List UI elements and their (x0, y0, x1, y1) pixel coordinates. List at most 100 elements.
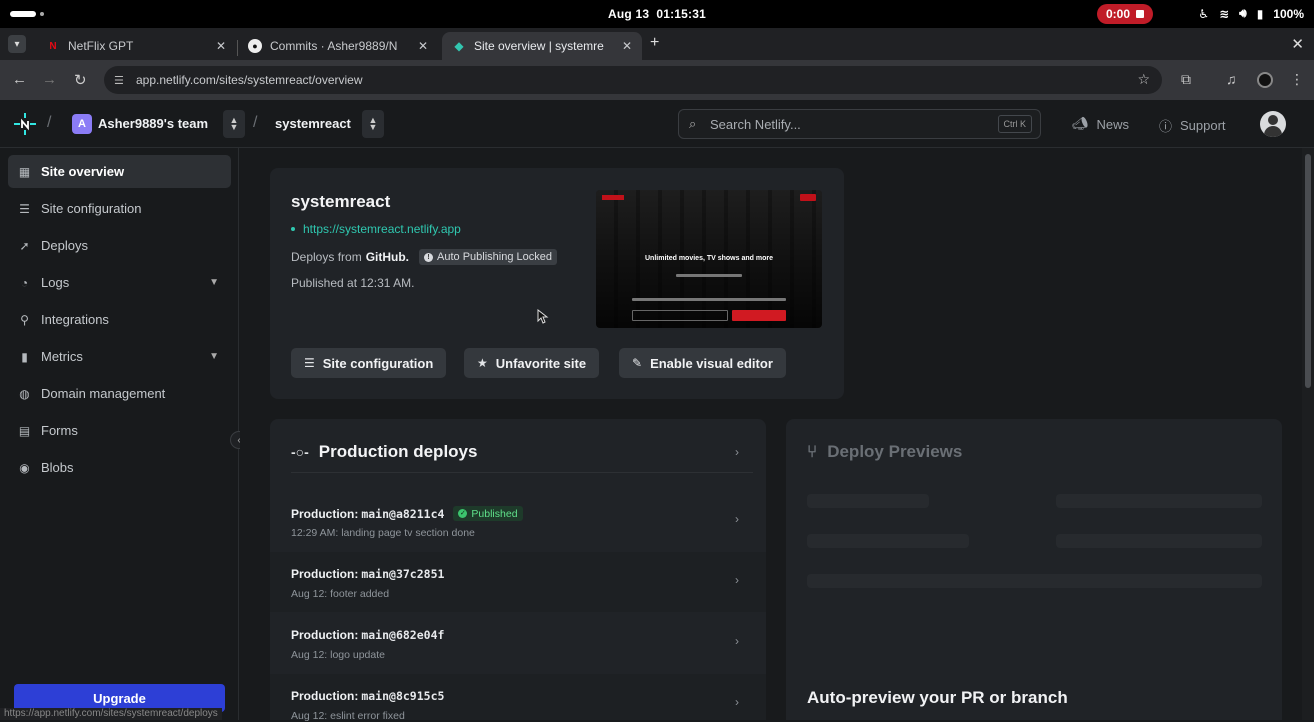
close-tab-icon[interactable]: ✕ (216, 39, 226, 53)
sidebar-item-blobs[interactable]: ◉ Blobs (8, 451, 231, 484)
logs-icon: ◔ (20, 275, 29, 290)
support-link[interactable]: ⓘ Support (1159, 116, 1226, 135)
loading-skeleton (1056, 534, 1262, 548)
browser-toolbar: ← → ↻ ☰ app.netlify.com/sites/systemreac… (0, 60, 1314, 100)
tab-search-button[interactable]: ▾ (8, 35, 26, 53)
stop-icon (1136, 10, 1145, 18)
sidebar-item-forms[interactable]: ▤ Forms (8, 414, 231, 447)
loading-skeleton (1056, 494, 1262, 508)
screen-recording-indicator[interactable]: 0:00 (1097, 4, 1153, 24)
thumbnail-headline: Unlimited movies, TV shows and more (645, 255, 773, 262)
sidebar-item-integrations[interactable]: ⚲ Integrations (8, 303, 231, 336)
deploy-row[interactable]: Production: main@37c2851 Aug 12: footer … (270, 552, 766, 612)
divider (291, 472, 753, 473)
user-avatar[interactable] (1260, 111, 1286, 137)
media-controls-icon[interactable]: ♫ (1226, 71, 1237, 87)
check-circle-icon: ✓ (458, 509, 468, 518)
search-icon: ⌕ (689, 116, 697, 131)
search-input[interactable]: ⌕ Search Netlify... Ctrl K (678, 109, 1041, 139)
site-name-breadcrumb[interactable]: systemreact (275, 116, 351, 131)
settings-icon: ☰ (304, 356, 315, 370)
close-tab-icon[interactable]: ✕ (418, 39, 428, 53)
netlify-logo-icon[interactable] (12, 112, 38, 136)
close-tab-icon[interactable]: ✕ (622, 39, 632, 53)
link-status-bar: https://app.netlify.com/sites/systemreac… (0, 708, 222, 720)
deploy-row[interactable]: Production: main@a8211c4 ✓ Published 12:… (270, 491, 766, 551)
loading-skeleton (807, 574, 1262, 588)
deploy-row[interactable]: Production: main@682e04f Aug 12: logo up… (270, 613, 766, 673)
new-tab-button[interactable]: + (650, 34, 659, 52)
profile-avatar[interactable] (1257, 72, 1273, 88)
battery-icon: ▮ (1256, 6, 1264, 21)
breadcrumb-separator: / (47, 114, 52, 131)
loading-skeleton (807, 534, 969, 548)
more-menu-icon[interactable]: ⋮ (1290, 71, 1304, 88)
deploy-row[interactable]: Production: main@8c915c5 Aug 12: eslint … (270, 674, 766, 722)
sidebar-item-deploys[interactable]: ➚ Deploys (8, 229, 231, 262)
site-title: systemreact (291, 192, 391, 211)
team-avatar[interactable]: A (72, 114, 92, 134)
chevron-right-icon[interactable]: › (735, 445, 739, 459)
site-switcher-button[interactable]: ▲ ▼ (362, 110, 384, 138)
enable-visual-editor-button[interactable]: ✎ Enable visual editor (619, 348, 786, 378)
volume-icon: 🔊︎ (1239, 6, 1247, 20)
wifi-icon: ≋ (1219, 6, 1230, 21)
production-deploys-title[interactable]: -○- Production deploys (291, 442, 477, 462)
search-placeholder: Search Netlify... (710, 117, 801, 132)
chevron-down-icon: ▼ (229, 122, 239, 132)
github-icon: ● (248, 39, 262, 53)
system-tray[interactable]: ♿ ≋ 🔊︎ ▮ 100% (1198, 6, 1304, 21)
sidebar-item-domain-management[interactable]: ◍ Domain management (8, 377, 231, 410)
tab-netflix-gpt[interactable]: N NetFlix GPT ✕ (36, 32, 236, 60)
settings-icon: ☰ (19, 201, 30, 216)
chart-icon: ▮ (21, 349, 28, 364)
breadcrumb-separator: / (253, 114, 258, 131)
chevron-down-icon: ▼ (209, 277, 219, 288)
address-bar[interactable]: ☰ app.netlify.com/sites/systemreact/over… (104, 66, 1162, 94)
accessibility-icon: ♿ (1198, 6, 1210, 21)
auto-publishing-locked-badge[interactable]: ! Auto Publishing Locked (419, 249, 557, 265)
chevron-right-icon: › (735, 695, 739, 709)
auto-preview-heading: Auto-preview your PR or branch (807, 688, 1068, 707)
url-text[interactable]: app.netlify.com/sites/systemreact/overvi… (136, 73, 363, 87)
site-url-link[interactable]: https://systemreact.netlify.app (291, 222, 461, 236)
sidebar-item-site-configuration[interactable]: ☰ Site configuration (8, 192, 231, 225)
tab-title: NetFlix GPT (68, 39, 134, 53)
arrow-right-icon: → (42, 71, 57, 88)
page-scrollbar[interactable] (1302, 148, 1314, 720)
back-button[interactable]: ← (12, 71, 27, 88)
reload-button[interactable]: ↻ (74, 71, 87, 89)
help-icon: ⓘ (1159, 119, 1173, 134)
tab-site-overview[interactable]: ◆ Site overview | systemre ✕ (442, 32, 642, 60)
team-switcher-button[interactable]: ▲ ▼ (223, 110, 245, 138)
sidebar-item-metrics[interactable]: ▮ Metrics ▼ (8, 340, 231, 373)
tab-github-commits[interactable]: ● Commits · Asher9889/N ✕ (238, 32, 438, 60)
tab-title: Commits · Asher9889/N (270, 39, 398, 53)
extensions-icon[interactable]: ⧉ (1181, 71, 1191, 88)
arrow-left-icon: ← (12, 71, 27, 88)
pencil-icon: ✎ (632, 356, 643, 370)
plug-icon: ⚲ (20, 312, 29, 327)
sidebar-item-site-overview[interactable]: ▦ Site overview (8, 155, 231, 188)
deploy-subtitle: Aug 12: logo update (291, 649, 385, 661)
published-at-text: Published at 12:31 AM. (291, 276, 415, 290)
window-close-button[interactable]: ✕ (1291, 35, 1304, 53)
status-dot (291, 227, 295, 231)
unfavorite-site-button[interactable]: ★ Unfavorite site (464, 348, 600, 378)
chevron-right-icon: › (735, 634, 739, 648)
site-info-icon[interactable]: ☰ (114, 74, 128, 87)
deploy-previews-card (786, 419, 1282, 720)
site-configuration-button[interactable]: ☰ Site configuration (291, 348, 447, 378)
globe-icon: ◍ (19, 386, 30, 401)
star-icon: ★ (477, 356, 488, 370)
news-link[interactable]: 📣︎ News (1072, 116, 1129, 132)
grid-icon: ▦ (18, 164, 31, 179)
sidebar-item-logs[interactable]: ◔ Logs ▼ (8, 266, 231, 299)
bookmark-star-icon[interactable]: ☆ (1137, 71, 1150, 88)
netlify-icon: ◆ (454, 39, 464, 53)
site-preview-thumbnail[interactable]: Unlimited movies, TV shows and more (596, 190, 822, 328)
system-top-bar: Aug 13 01:15:31 0:00 ♿ ≋ 🔊︎ ▮ 100% (0, 0, 1314, 28)
team-name[interactable]: Asher9889's team (98, 116, 208, 131)
scrollbar-thumb[interactable] (1305, 154, 1311, 388)
forward-button[interactable]: → (42, 71, 57, 88)
